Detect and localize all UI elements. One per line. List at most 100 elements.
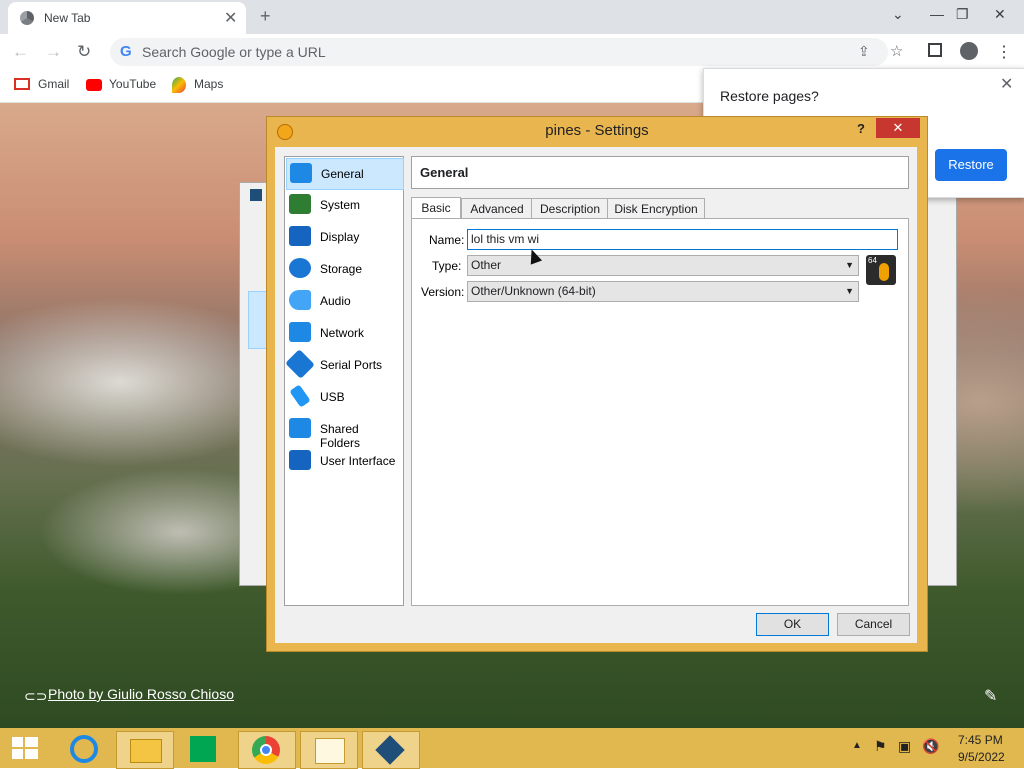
internet-explorer-icon[interactable] <box>58 731 114 767</box>
restore-close-icon[interactable]: ✕ <box>1000 74 1013 94</box>
sidebar-item-display[interactable]: Display <box>286 222 402 252</box>
network-icon <box>289 322 311 342</box>
sidebar-item-label: USB <box>320 390 345 404</box>
bookmark-gmail[interactable]: Gmail <box>38 77 69 91</box>
sidebar-item-label: Storage <box>320 262 363 276</box>
virtualbox-taskbar-icon[interactable] <box>362 731 420 769</box>
forward-icon[interactable]: → <box>45 42 62 62</box>
clock-date[interactable]: 9/5/2022 <box>958 750 1005 764</box>
ok-button[interactable]: OK <box>756 613 829 636</box>
general-icon <box>290 163 312 183</box>
section-title: General <box>420 165 469 180</box>
storage-icon <box>289 258 311 278</box>
audio-icon <box>289 290 311 310</box>
new-tab-button[interactable]: + <box>260 6 271 27</box>
chrome-taskbar-icon[interactable] <box>238 731 296 769</box>
tab-disk-encryption[interactable]: Disk Encryption <box>607 198 705 220</box>
chevron-down-icon: ▼ <box>845 286 854 296</box>
restore-window-icon[interactable]: ❐ <box>956 6 969 23</box>
serial-ports-icon <box>285 349 315 379</box>
sidebar-item-label: Display <box>320 230 360 244</box>
restore-button[interactable]: Restore <box>935 149 1007 181</box>
youtube-icon <box>86 79 102 91</box>
sidebar-item-label: General <box>321 167 364 181</box>
side-panel-icon[interactable] <box>928 43 942 57</box>
maps-icon <box>172 77 186 93</box>
settings-dialog: pines - Settings ? ✕ General System Disp… <box>266 116 928 652</box>
gmail-icon <box>14 78 30 90</box>
cancel-button[interactable]: Cancel <box>837 613 910 636</box>
settings-sidebar: General System Display Storage Audio Net… <box>284 156 404 606</box>
sidebar-item-audio[interactable]: Audio <box>286 286 402 316</box>
profile-avatar-icon[interactable] <box>960 42 978 60</box>
shared-folders-icon <box>289 418 311 438</box>
close-window-icon[interactable]: ✕ <box>994 6 1006 23</box>
sidebar-item-system[interactable]: System <box>286 190 402 220</box>
display-icon <box>289 226 311 246</box>
windows-start-icon[interactable] <box>12 737 38 759</box>
browser-tabstrip: New Tab ✕ + ⌄ — ❐ ✕ <box>0 0 1024 34</box>
sidebar-item-user-interface[interactable]: User Interface <box>286 446 402 476</box>
name-input[interactable]: lol this vm wi <box>467 229 898 250</box>
bookmark-maps[interactable]: Maps <box>194 77 223 91</box>
action-center-flag-icon[interactable]: ⚑ <box>874 738 887 755</box>
tab-close-icon[interactable]: ✕ <box>224 8 237 28</box>
dialog-title: pines - Settings <box>545 122 649 139</box>
version-select-value: Other/Unknown (64-bit) <box>471 284 596 298</box>
clock-time[interactable]: 7:45 PM <box>958 733 1003 747</box>
minimize-icon[interactable]: — <box>930 6 944 22</box>
network-tray-icon[interactable]: ▣ <box>898 738 911 755</box>
dialog-client-area: General System Display Storage Audio Net… <box>275 147 917 643</box>
restore-title: Restore pages? <box>720 88 819 104</box>
system-icon <box>289 194 311 214</box>
tab-title: New Tab <box>44 11 91 25</box>
bookmark-star-icon[interactable]: ☆ <box>890 42 903 60</box>
tab-new-tab[interactable]: New Tab ✕ <box>8 2 246 34</box>
certificate-app-icon[interactable] <box>300 731 358 769</box>
version-label: Version: <box>421 285 465 299</box>
tab-search-icon[interactable]: ⌄ <box>892 6 904 23</box>
volume-muted-icon[interactable]: 🔇 <box>922 738 939 755</box>
sidebar-item-label: System <box>320 198 361 212</box>
virtualbox-icon <box>250 189 262 201</box>
sidebar-item-label: Network <box>320 326 365 340</box>
tab-advanced[interactable]: Advanced <box>461 198 533 220</box>
address-bar[interactable]: G Search Google or type a URL ⇪ ☆ <box>110 38 903 66</box>
menu-kebab-icon[interactable]: ⋮ <box>996 42 1012 62</box>
tab-description[interactable]: Description <box>531 198 609 220</box>
file-explorer-icon[interactable] <box>116 731 174 769</box>
sidebar-item-storage[interactable]: Storage <box>286 254 402 284</box>
user-interface-icon <box>289 450 311 470</box>
customize-pencil-icon[interactable]: ✎ <box>984 686 997 706</box>
sidebar-item-network[interactable]: Network <box>286 318 402 348</box>
version-select[interactable]: Other/Unknown (64-bit) ▼ <box>467 281 859 302</box>
sidebar-item-serial-ports[interactable]: Serial Ports <box>285 349 402 380</box>
photo-credit-link[interactable]: Photo by Giulio Rosso Chioso <box>48 686 234 702</box>
store-icon[interactable] <box>176 731 232 767</box>
os-type-icon: 64 <box>866 255 896 285</box>
type-label: Type: <box>432 259 462 273</box>
sidebar-item-label: Audio <box>320 294 351 308</box>
basic-tab-panel: Name: lol this vm wi Type: Other ▼ Versi… <box>411 218 909 606</box>
sidebar-item-general[interactable]: General <box>286 158 404 190</box>
sidebar-item-shared-folders[interactable]: Shared Folders <box>286 414 402 450</box>
back-icon[interactable]: ← <box>12 42 29 62</box>
name-label: Name: <box>429 233 465 247</box>
address-placeholder: Search Google or type a URL <box>142 44 326 60</box>
os-exclamation-shape <box>879 263 889 281</box>
section-header: General <box>411 156 909 189</box>
help-button[interactable]: ? <box>857 121 865 136</box>
dialog-close-button[interactable]: ✕ <box>876 118 920 138</box>
bookmark-youtube[interactable]: YouTube <box>109 77 156 91</box>
vm-list-item[interactable] <box>248 291 268 349</box>
usb-icon <box>289 384 311 408</box>
tab-basic[interactable]: Basic <box>411 197 461 220</box>
sidebar-item-usb[interactable]: USB <box>286 382 402 412</box>
sidebar-item-label: Serial Ports <box>320 358 383 372</box>
type-select[interactable]: Other ▼ <box>467 255 859 276</box>
share-icon[interactable]: ⇪ <box>858 43 870 60</box>
reload-icon[interactable]: ↻ <box>77 42 91 62</box>
show-hidden-icons[interactable]: ▲ <box>852 740 862 751</box>
chevron-down-icon: ▼ <box>845 260 854 270</box>
chrome-icon <box>20 11 34 25</box>
